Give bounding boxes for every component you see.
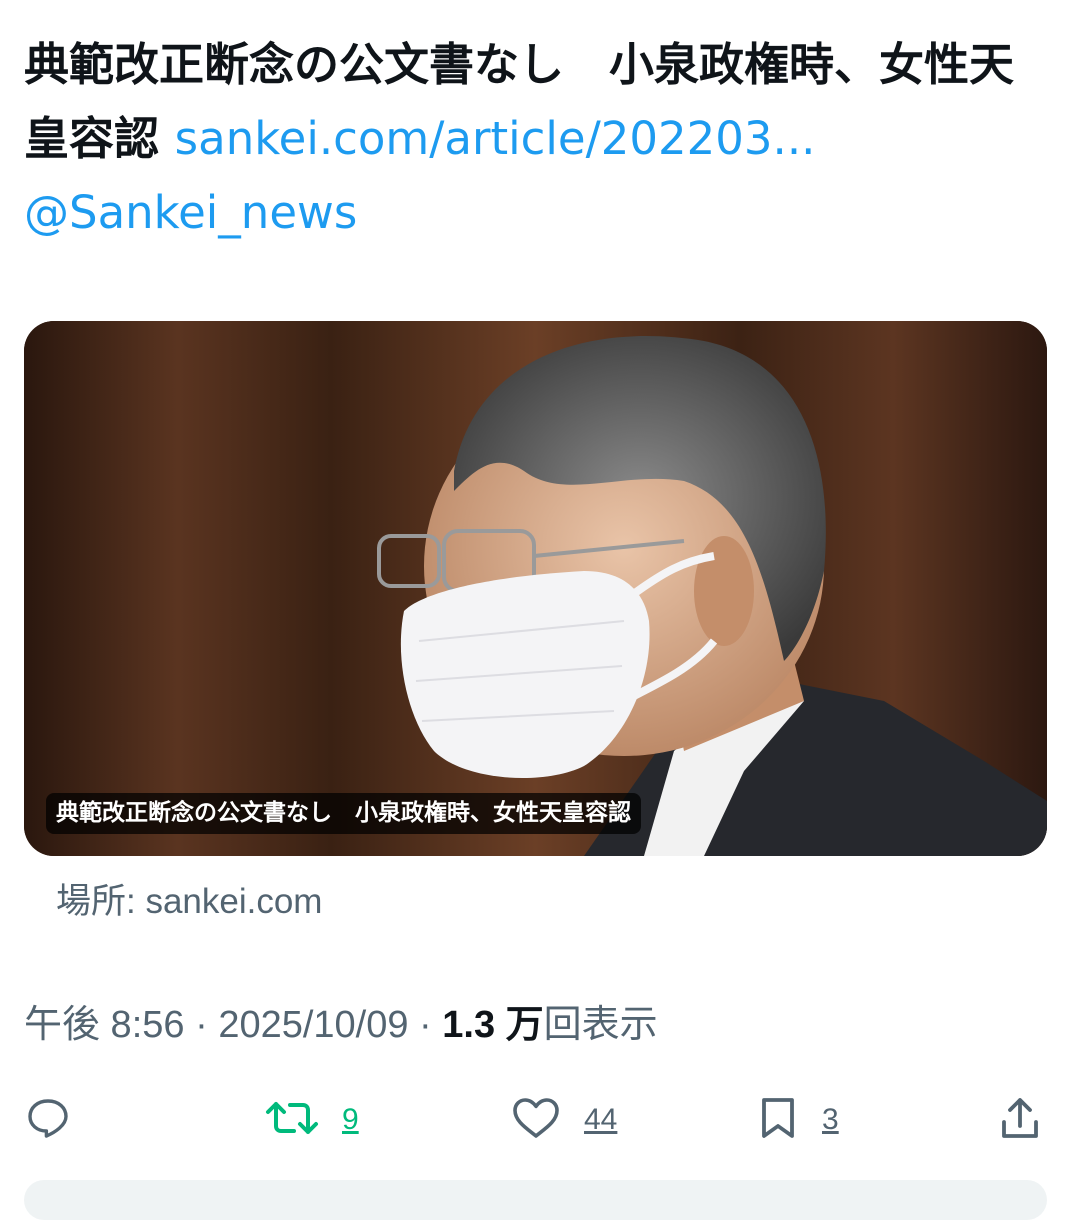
like-button[interactable]: 44: [510, 1090, 617, 1150]
meta-separator: ·: [408, 1004, 443, 1046]
tweet-time[interactable]: 午後 8:56: [24, 1004, 185, 1046]
view-label[interactable]: 回表示: [544, 1004, 658, 1046]
tweet-text: 典範改正断念の公文書なし 小泉政権時、女性天皇容認 sankei.com/art…: [24, 28, 1054, 250]
share-button[interactable]: [998, 1090, 1042, 1150]
bookmark-icon: [756, 1094, 800, 1146]
view-count[interactable]: 1.3 万: [442, 1004, 543, 1046]
tweet-date[interactable]: 2025/10/09: [218, 1004, 408, 1046]
share-icon: [998, 1094, 1042, 1146]
card-source[interactable]: 場所: sankei.com: [56, 873, 322, 924]
tweet-meta: 午後 8:56 · 2025/10/09 · 1.3 万回表示: [24, 993, 658, 1048]
link-card[interactable]: 典範改正断念の公文書なし 小泉政権時、女性天皇容認: [24, 321, 1047, 856]
bookmark-button[interactable]: 3: [756, 1090, 839, 1150]
reply-composer-strip[interactable]: [24, 1180, 1047, 1220]
action-bar: 9 44 3: [0, 1090, 1072, 1150]
meta-separator: ·: [184, 1004, 219, 1046]
retweet-button[interactable]: 9: [264, 1090, 359, 1150]
heart-icon: [510, 1094, 562, 1146]
article-link[interactable]: sankei.com/article/202203...: [175, 112, 816, 165]
card-caption: 典範改正断念の公文書なし 小泉政権時、女性天皇容認: [46, 793, 641, 834]
retweet-count[interactable]: 9: [342, 1103, 359, 1137]
mention-link[interactable]: @Sanke​i_news: [24, 186, 357, 239]
article-photo: [24, 321, 1047, 856]
bookmark-count[interactable]: 3: [822, 1103, 839, 1137]
retweet-icon: [264, 1094, 320, 1146]
like-count[interactable]: 44: [584, 1103, 617, 1137]
reply-button[interactable]: [24, 1090, 72, 1150]
reply-icon: [24, 1094, 72, 1146]
